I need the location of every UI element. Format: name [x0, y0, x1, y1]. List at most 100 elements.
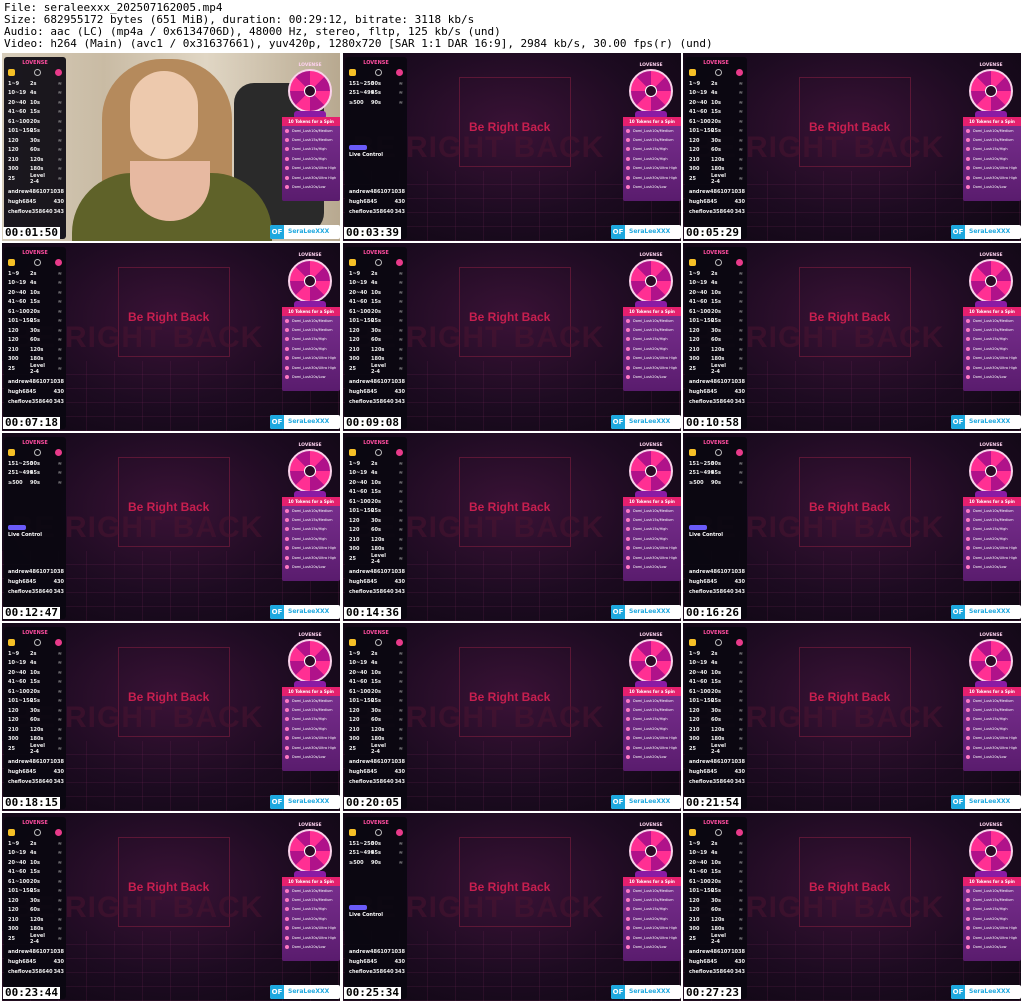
top-tippers: andrew486107 1038 hugh6845 430 cheflove35864… — [8, 757, 64, 787]
tipper-amount: 343 — [53, 209, 64, 215]
video-thumbnail[interactable]: BE RIGHT BACK Be Right Back LOVENSE 1~9 2s ≈1… — [343, 623, 681, 811]
level-duration: 2s — [371, 650, 378, 657]
onlyfans-icon: OF — [951, 225, 965, 239]
spin-option-label: Domi_Lush30s/Ultra High — [292, 745, 337, 750]
spin-wheel: LOVENSE — [280, 823, 340, 883]
vibe-icon — [396, 639, 403, 646]
level-duration: 60s — [371, 527, 381, 534]
tipper-name: cheflove358640 — [349, 399, 394, 405]
level-pattern-icon: ≈ — [57, 128, 62, 135]
level-range: 1~9 — [349, 650, 361, 657]
onlyfans-icon: OF — [611, 985, 625, 999]
live-control-label: Live Control — [689, 532, 723, 538]
spin-option: Domi_Lush10s/Ultra High — [963, 354, 1021, 363]
level-row: 25 Level 2-4 ≈ — [8, 363, 62, 375]
spin-wheel: LOVENSE — [961, 253, 1021, 313]
wheel-hub — [304, 845, 316, 857]
tipper-amount: 430 — [53, 769, 64, 775]
spin-option-label: Domi_Lush15s/High — [973, 337, 1008, 342]
level-row: 1~9 2s ≈ — [689, 269, 743, 279]
option-dot-icon — [626, 555, 630, 560]
video-thumbnail[interactable]: BE RIGHT BACK Be Right Back LOVENSE 1~9 2s ≈1… — [2, 623, 340, 811]
option-dot-icon — [626, 166, 630, 171]
level-range: 10~19 — [689, 280, 708, 287]
video-thumbnail[interactable]: BE RIGHT BACK Be Right Back LOVENSE 1~9 2s ≈1… — [343, 243, 681, 431]
level-row: 120 60s ≈ — [689, 906, 743, 916]
onlyfans-icon: OF — [951, 795, 965, 809]
video-thumbnail[interactable]: BE RIGHT BACK Be Right Back LOVENSE 1~9 2s ≈1… — [683, 623, 1021, 811]
video-thumbnail[interactable]: BE RIGHT BACK Be Right Back LOVENSE 151~250… — [343, 53, 681, 241]
level-duration: Level 2-4 — [30, 932, 45, 945]
lovense-level-panel: LOVENSE 1~9 2s ≈10~19 4s ≈20~40 10s ≈41~60 15s ≈6… — [4, 627, 66, 809]
spin-wheel: LOVENSE — [961, 443, 1021, 503]
tipper-row: andrew486107 1038 — [689, 757, 745, 767]
level-row: 25 Level 2-4 ≈ — [689, 173, 743, 185]
tipper-name: cheflove358640 — [349, 779, 394, 785]
video-thumbnail[interactable]: BE RIGHT BACK Be Right Back LOVENSE 1~9 2s ≈1… — [683, 53, 1021, 241]
level-range: 1~9 — [8, 80, 20, 87]
tipper-row: cheflove358640 343 — [689, 397, 745, 407]
option-dot-icon — [626, 518, 630, 523]
level-range: 20~40 — [349, 479, 368, 486]
level-range: 1~9 — [689, 840, 701, 847]
option-dot-icon — [285, 708, 289, 713]
clock-icon — [34, 829, 41, 836]
level-duration: 60s — [711, 907, 721, 914]
spin-option: Domi_Lush15s/Medium — [282, 895, 340, 904]
spin-option: Domi_Lush20s/Low — [623, 372, 681, 381]
level-duration: 120s — [711, 156, 725, 163]
level-row: 120 30s ≈ — [349, 706, 403, 716]
spin-option: Domi_Lush20s/Low — [623, 182, 681, 191]
level-pattern-icon: ≈ — [398, 517, 403, 524]
spin-option: Domi_Lush30s/Ultra High — [963, 743, 1021, 752]
spin-option-label: Domi_Lush15s/High — [633, 717, 668, 722]
spin-price: 10 Tokens for a Spin — [623, 687, 681, 696]
thumbnail-timestamp: 00:05:29 — [684, 226, 741, 239]
live-control-label: Live Control — [8, 532, 42, 538]
tipper-amount: 430 — [394, 769, 405, 775]
lovense-level-panel: LOVENSE 1~9 2s ≈10~19 4s ≈20~40 10s ≈41~60 15s ≈6… — [4, 57, 66, 239]
spin-option-label: Domi_Lush15s/Medium — [633, 518, 674, 523]
level-pattern-icon: ≈ — [398, 470, 403, 477]
level-row: 41~60 15s ≈ — [689, 868, 743, 878]
video-thumbnail[interactable]: BE RIGHT BACK Be Right Back LOVENSE 1~9 2s ≈1… — [683, 813, 1021, 1001]
level-range: 1~9 — [689, 80, 701, 87]
coin-icon — [689, 449, 696, 456]
level-duration: 15s — [711, 299, 721, 306]
level-range: 61~100 — [8, 878, 30, 885]
spin-option: Domi_Lush30s/Ultra High — [963, 173, 1021, 182]
tipper-name: hugh6845 — [689, 199, 718, 205]
tipper-name: andrew486107 — [8, 759, 50, 765]
spin-option: Domi_Lush15s/Medium — [963, 515, 1021, 524]
spin-option-label: Domi_Lush10s/Medium — [292, 508, 333, 513]
video-thumbnail[interactable]: BE RIGHT BACK Be Right Back LOVENSE 151~250… — [2, 433, 340, 621]
option-dot-icon — [966, 536, 970, 541]
spin-option: Domi_Lush20s/High — [963, 724, 1021, 733]
spin-option-label: Domi_Lush15s/Medium — [633, 898, 674, 903]
video-thumbnail[interactable]: BE RIGHT BACK Be Right Back LOVENSE 151~250… — [343, 813, 681, 1001]
clock-icon — [34, 69, 41, 76]
option-dot-icon — [285, 337, 289, 342]
level-row: 20~40 10s ≈ — [8, 288, 62, 298]
tipper-amount: 343 — [734, 779, 745, 785]
level-pattern-icon: ≈ — [57, 147, 62, 154]
spin-option: Domi_Lush30s/Ultra High — [282, 553, 340, 562]
spin-option-label: Domi_Lush10s/Ultra High — [292, 926, 337, 931]
video-thumbnail[interactable]: BE RIGHT BACK Be Right Back LOVENSE 1~9 2s ≈1… — [343, 433, 681, 621]
video-thumbnail[interactable]: BE RIGHT BACK Be Right Back LOVENSE 1~9 2s ≈1… — [2, 243, 340, 431]
spin-option: Domi_Lush30s/Ultra High — [282, 933, 340, 942]
video-thumbnail[interactable]: BE RIGHT BACK Be Right Back LOVENSE 1~9 2s ≈1… — [683, 243, 1021, 431]
spin-option-label: Domi_Lush20s/Low — [633, 185, 667, 190]
level-pattern-icon: ≈ — [398, 80, 403, 87]
tipper-row: andrew486107 1038 — [8, 947, 64, 957]
tipper-name: hugh6845 — [8, 579, 37, 585]
video-thumbnail[interactable]: BE RIGHT BACK Be Right Back LOVENSE 1~9 2s ≈1… — [2, 813, 340, 1001]
spin-option: Domi_Lush15s/High — [282, 905, 340, 914]
level-row: 10~19 4s ≈ — [349, 659, 403, 669]
level-range: 20~40 — [689, 669, 708, 676]
level-range: 41~60 — [349, 299, 368, 306]
video-thumbnail[interactable]: BE RIGHT BACK Be Right Back LOVENSE 151~250… — [683, 433, 1021, 621]
video-thumbnail[interactable]: LOVENSE 1~9 2s ≈10~19 4s ≈20~40 10s ≈41~60 15s ≈6… — [2, 53, 340, 241]
onlyfans-tag: OF SeraLeeXXX — [611, 605, 681, 619]
level-pattern-icon: ≈ — [398, 707, 403, 714]
